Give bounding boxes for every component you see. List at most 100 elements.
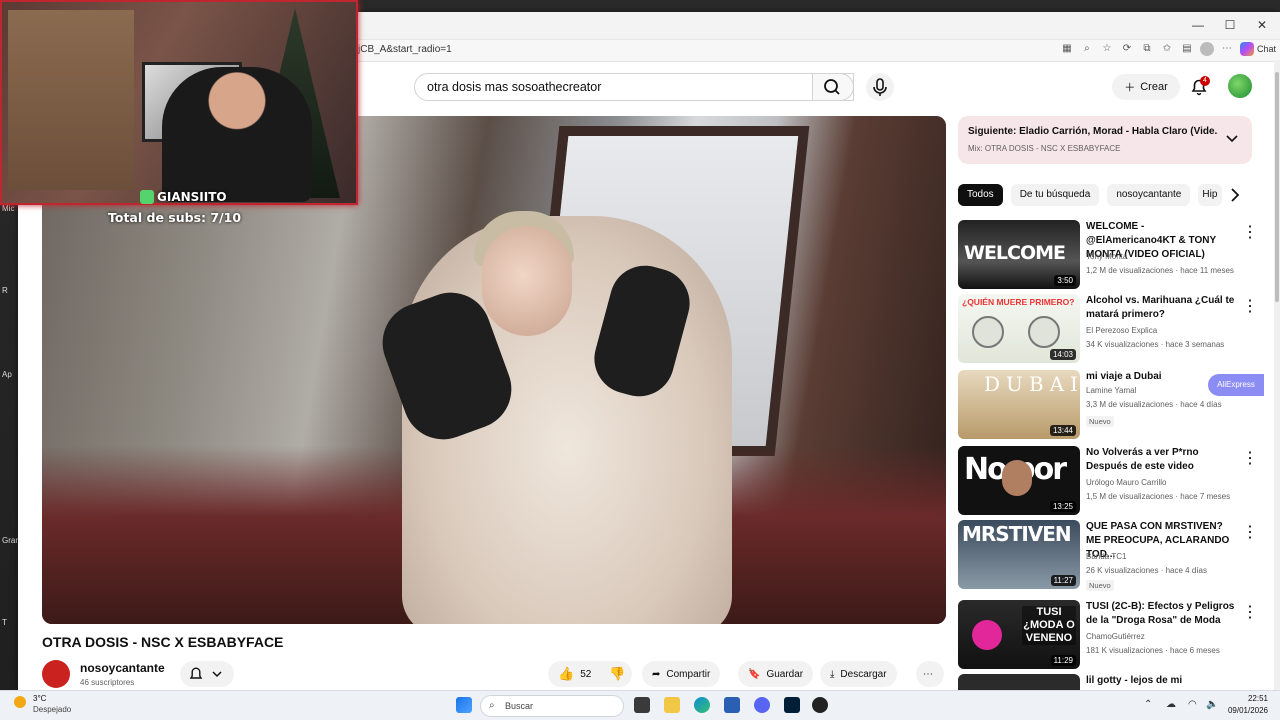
recommendation-title[interactable]: No Volverás a ver P*rno Después de este … xyxy=(1086,446,1236,474)
subscriber-count: 46 suscriptores xyxy=(80,678,135,687)
video-thumbnail[interactable] xyxy=(958,674,1080,690)
up-next-panel[interactable]: Siguiente: Eladio Carrión, Morad - Habla… xyxy=(958,116,1252,164)
more-vertical-icon[interactable]: ⋮ xyxy=(1242,448,1258,467)
minimize-icon[interactable]: — xyxy=(1188,18,1208,32)
recommendation-channel[interactable]: Urólogo Mauro Carrillo xyxy=(1086,478,1166,487)
split-screen-icon[interactable]: ▤ xyxy=(1180,42,1194,56)
desktop-label[interactable]: T xyxy=(2,618,7,627)
chip-hip[interactable]: Hip xyxy=(1198,184,1223,206)
weather-icon[interactable] xyxy=(14,696,26,708)
recommendation-channel[interactable]: Lamine Yamal xyxy=(1086,386,1136,395)
obs-icon[interactable] xyxy=(812,697,828,713)
store-icon[interactable] xyxy=(724,697,740,713)
tray-chevron-icon[interactable]: ⌃ xyxy=(1144,699,1152,710)
recommendation-channel[interactable]: Tony Monta xyxy=(1086,252,1127,261)
thumbnail-text: DUBAI xyxy=(984,372,1080,396)
desktop-label[interactable]: Ap xyxy=(2,370,12,379)
voice-search-button[interactable] xyxy=(866,73,894,101)
recommendation-channel[interactable]: El Perezoso Explica xyxy=(1086,326,1157,335)
recommendation-item[interactable]: lil gotty - lejos de mi xyxy=(958,674,1258,690)
recommendation-channel[interactable]: Banda.TC1 xyxy=(1086,552,1126,561)
edge-browser-icon[interactable] xyxy=(694,697,710,713)
channel-name[interactable]: nosoycantante xyxy=(80,661,165,675)
favorite-star-icon[interactable]: ☆ xyxy=(1100,42,1114,56)
chip-from-search[interactable]: De tu búsqueda xyxy=(1010,184,1100,206)
recommendation-title[interactable]: lil gotty - lejos de mi xyxy=(1086,674,1236,688)
recommendation-title[interactable]: TUSI (2C-B): Efectos y Peligros de la "D… xyxy=(1086,600,1236,628)
tray-wifi-icon[interactable]: ◠ xyxy=(1188,699,1197,710)
duration-badge: 11:27 xyxy=(1050,575,1076,586)
file-explorer-icon[interactable] xyxy=(664,697,680,713)
more-vertical-icon[interactable]: ⋮ xyxy=(1242,522,1258,541)
video-thumbnail[interactable]: DUBAI 13:44 xyxy=(958,370,1080,439)
search-button[interactable] xyxy=(812,73,854,101)
chip-all[interactable]: Todos xyxy=(958,184,1003,206)
like-icon[interactable]: 👍 xyxy=(558,666,574,682)
more-options-icon[interactable]: ⋯ xyxy=(1220,42,1234,56)
duration-badge: 11:29 xyxy=(1050,655,1076,666)
subscription-bell-button[interactable] xyxy=(180,661,234,687)
tray-volume-icon[interactable]: 🔈 xyxy=(1206,699,1218,710)
chevron-right-icon[interactable] xyxy=(1226,186,1244,204)
user-avatar[interactable] xyxy=(1228,74,1252,98)
more-actions-button[interactable]: ⋯ xyxy=(916,661,944,687)
video-thumbnail[interactable]: TUSI ¿MODA O VENENO 11:29 xyxy=(958,600,1080,669)
video-thumbnail[interactable]: No por 13:25 xyxy=(958,446,1080,515)
share-button[interactable]: ➦ Compartir xyxy=(642,661,721,687)
taskbar-search[interactable]: ⌕ Buscar xyxy=(480,695,624,717)
kick-logo-icon xyxy=(140,190,154,204)
close-window-icon[interactable]: ✕ xyxy=(1252,18,1272,32)
copilot-chat-button[interactable]: Chat xyxy=(1239,42,1276,56)
url-text[interactable]: jCB_A&start_radio=1 xyxy=(358,44,452,55)
apps-icon[interactable]: ▦ xyxy=(1060,42,1074,56)
save-button[interactable]: 🔖 Guardar xyxy=(738,661,814,687)
collections-icon[interactable]: ✩ xyxy=(1160,42,1174,56)
recommendation-item[interactable]: ¿QUIÉN MUERE PRIMERO? 14:03 Alcohol vs. … xyxy=(958,294,1258,364)
chevron-down-icon[interactable] xyxy=(1224,130,1240,146)
discord-icon[interactable] xyxy=(754,697,770,713)
recommendation-channel[interactable]: ChamoGutiérrez xyxy=(1086,632,1145,641)
recommendation-meta: 34 K visualizaciones · hace 3 semanas xyxy=(1086,340,1225,349)
create-button[interactable]: ＋ Crear xyxy=(1112,74,1180,100)
system-clock[interactable]: 22:51 09/01/2026 xyxy=(1228,693,1268,717)
recommendation-item[interactable]: TUSI ¿MODA O VENENO 11:29 TUSI (2C-B): E… xyxy=(958,600,1258,670)
desktop-label[interactable]: R xyxy=(2,286,8,295)
recommendation-item[interactable]: No por 13:25 No Volverás a ver P*rno Des… xyxy=(958,446,1258,516)
video-thumbnail[interactable]: ¿QUIÉN MUERE PRIMERO? 14:03 xyxy=(958,294,1080,363)
weather-temperature[interactable]: 3°C xyxy=(33,694,46,703)
channel-avatar[interactable] xyxy=(42,660,70,688)
recommendation-title[interactable]: Alcohol vs. Marihuana ¿Cuál te matará pr… xyxy=(1086,294,1236,322)
weather-description[interactable]: Despejado xyxy=(33,705,71,714)
aliexpress-extension-tab[interactable]: AliExpress xyxy=(1208,374,1264,396)
search-box[interactable]: otra dosis mas sosoathecreator ✕ xyxy=(414,73,854,101)
streamer-name-tag: GIANSIITO xyxy=(140,190,227,204)
microphone-icon xyxy=(873,78,887,96)
scrollbar-thumb[interactable] xyxy=(1275,72,1279,302)
more-vertical-icon[interactable]: ⋮ xyxy=(1242,296,1258,315)
maximize-icon[interactable]: ☐ xyxy=(1220,18,1240,32)
video-thumbnail[interactable]: MRSTIVEN 11:27 xyxy=(958,520,1080,589)
dislike-icon[interactable]: 👎 xyxy=(609,666,625,682)
more-vertical-icon[interactable]: ⋮ xyxy=(1242,222,1258,241)
desktop-label[interactable]: Mic xyxy=(2,204,14,213)
new-badge: Nuevo xyxy=(1086,580,1114,591)
chip-channel[interactable]: nosoycantante xyxy=(1107,184,1191,206)
recommendation-item[interactable]: MRSTIVEN 11:27 QUE PASA CON MRSTIVEN? ME… xyxy=(958,520,1258,591)
search-input[interactable]: otra dosis mas sosoathecreator xyxy=(427,80,601,94)
extensions-icon[interactable]: ⧉ xyxy=(1140,42,1154,56)
task-view-icon[interactable] xyxy=(634,697,650,713)
download-button[interactable]: ⤓ Descargar xyxy=(820,661,897,687)
tray-cloud-icon[interactable]: ☁ xyxy=(1166,699,1176,710)
photoshop-icon[interactable] xyxy=(784,697,800,713)
profile-avatar[interactable] xyxy=(1199,42,1214,56)
video-thumbnail[interactable]: WELCOME 3:50 xyxy=(958,220,1080,289)
windows-taskbar: 3°C Despejado ⌕ Buscar ⌃ ☁ ◠ 🔈 22:51 09/0… xyxy=(0,690,1280,720)
more-vertical-icon[interactable]: ⋮ xyxy=(1242,602,1258,621)
recommendation-meta: 3,3 M de visualizaciones · hace 4 días xyxy=(1086,400,1222,409)
windows-start-icon[interactable] xyxy=(456,697,472,713)
zoom-icon[interactable]: ⌕ xyxy=(1080,42,1094,56)
like-count[interactable]: 52 xyxy=(580,669,591,680)
up-next-title[interactable]: Siguiente: Eladio Carrión, Morad - Habla… xyxy=(968,126,1218,137)
refresh-icon[interactable]: ⟳ xyxy=(1120,42,1134,56)
recommendation-item[interactable]: WELCOME 3:50 WELCOME - @ElAmericano4KT &… xyxy=(958,220,1258,290)
